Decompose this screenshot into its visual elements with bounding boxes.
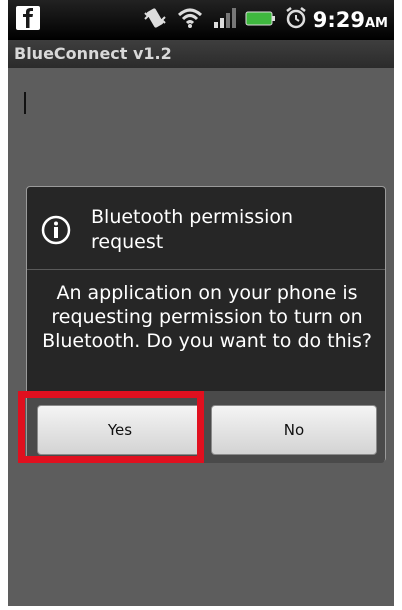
info-icon — [41, 215, 71, 245]
status-time-value: 9:29 — [312, 8, 365, 32]
text-cursor — [24, 92, 26, 114]
status-time: 9:29AM — [313, 6, 388, 34]
phone-screen: 9:29AM BlueConnect v1.2 Bluetooth permis… — [8, 0, 394, 606]
highlight-box — [18, 391, 204, 463]
battery-icon — [245, 7, 275, 33]
vibrate-icon — [142, 7, 168, 33]
status-icons — [142, 6, 308, 34]
facebook-icon — [14, 4, 42, 32]
dialog-message: An application on your phone is requesti… — [42, 282, 372, 352]
dialog-title: Bluetooth permission request — [91, 206, 294, 253]
status-time-ampm: AM — [365, 16, 388, 31]
alarm-icon — [284, 6, 308, 34]
status-bar: 9:29AM — [8, 0, 394, 40]
signal-icon — [212, 7, 236, 33]
dialog-header: Bluetooth permission request — [27, 187, 385, 270]
no-button[interactable]: No — [211, 405, 377, 455]
wifi-icon — [177, 7, 203, 33]
app-title: BlueConnect v1.2 — [14, 44, 172, 63]
app-title-bar: BlueConnect v1.2 — [8, 40, 394, 68]
